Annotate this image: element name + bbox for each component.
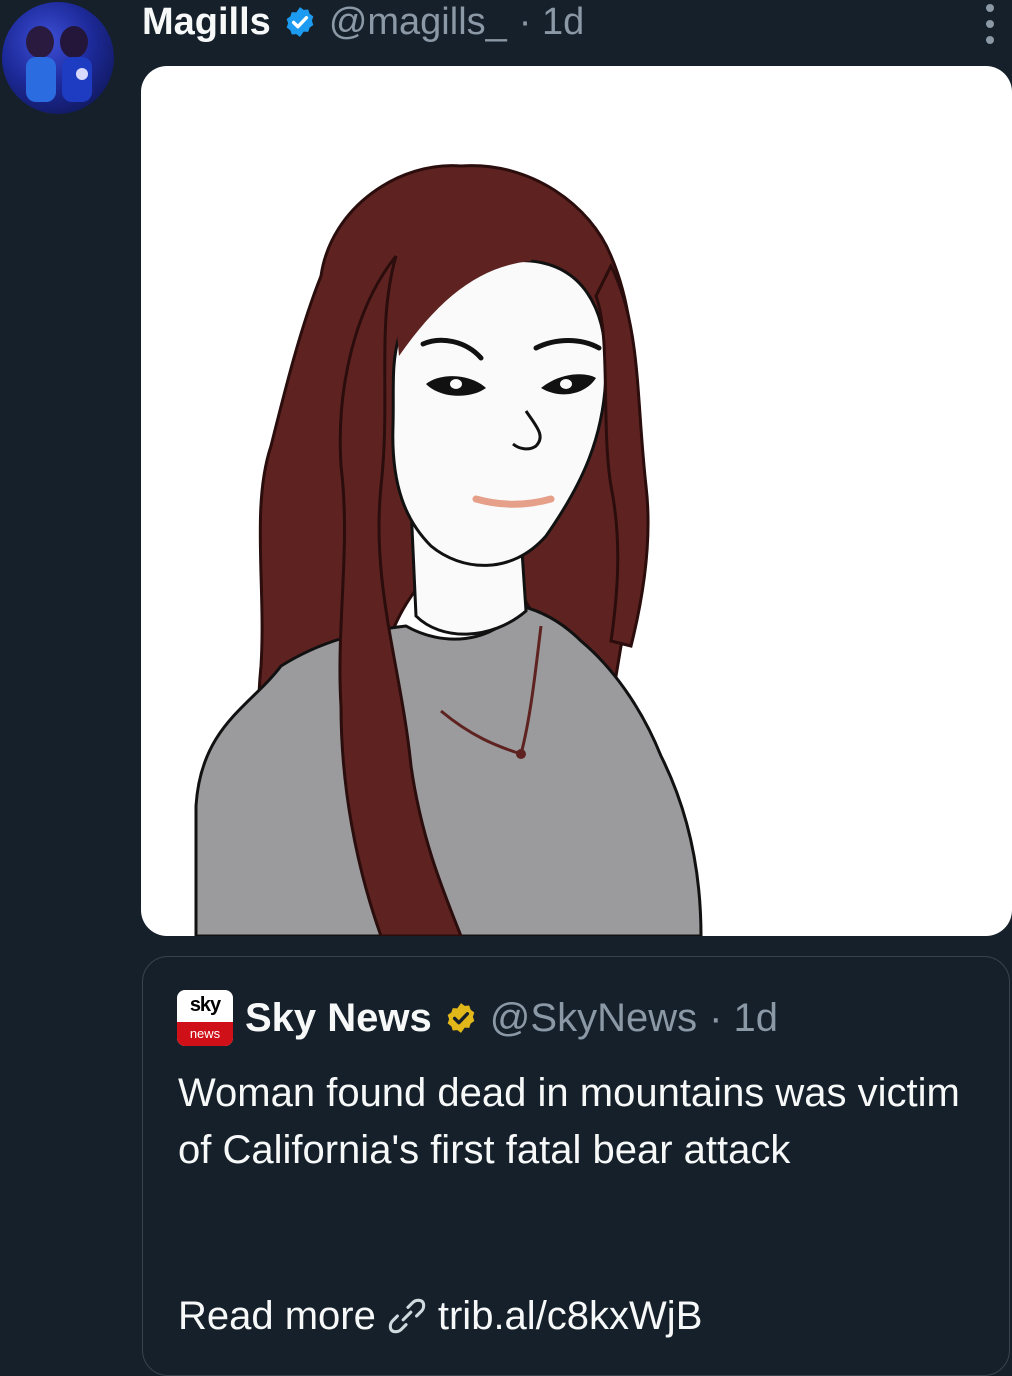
tweet-image[interactable]: [141, 66, 1012, 936]
verified-badge-icon: [286, 7, 314, 37]
quoted-author-name[interactable]: Sky News: [245, 996, 432, 1041]
sky-logo-bottom: news: [177, 1022, 233, 1046]
quoted-tweet[interactable]: sky news Sky News @SkyNews · 1d Woman fo…: [142, 956, 1010, 1376]
author-name[interactable]: Magills: [142, 3, 271, 41]
verified-gold-badge-icon: [447, 1003, 475, 1033]
author-avatar[interactable]: [2, 2, 114, 114]
tweet-header: Magills @magills_ · 1d: [142, 0, 584, 44]
read-more-label: Read more: [178, 1293, 376, 1338]
quoted-tweet-text: Woman found dead in mountains was victim…: [178, 1071, 971, 1172]
tweet-time[interactable]: · 1d: [519, 3, 584, 41]
article-link[interactable]: trib.al/c8kxWjB: [438, 1294, 703, 1339]
sky-news-avatar[interactable]: sky news: [177, 990, 233, 1046]
quoted-author-handle[interactable]: @SkyNews: [490, 996, 697, 1041]
quoted-tweet-time[interactable]: · 1d: [709, 996, 778, 1041]
quoted-tweet-header: sky news Sky News @SkyNews · 1d: [177, 987, 778, 1049]
author-handle[interactable]: @magills_: [329, 3, 507, 41]
sky-logo-top: sky: [189, 994, 221, 1016]
read-more-line: Read more trib.al/c8kxWjB: [178, 1293, 702, 1339]
link-icon: [388, 1298, 426, 1334]
more-options-icon[interactable]: [982, 4, 998, 44]
